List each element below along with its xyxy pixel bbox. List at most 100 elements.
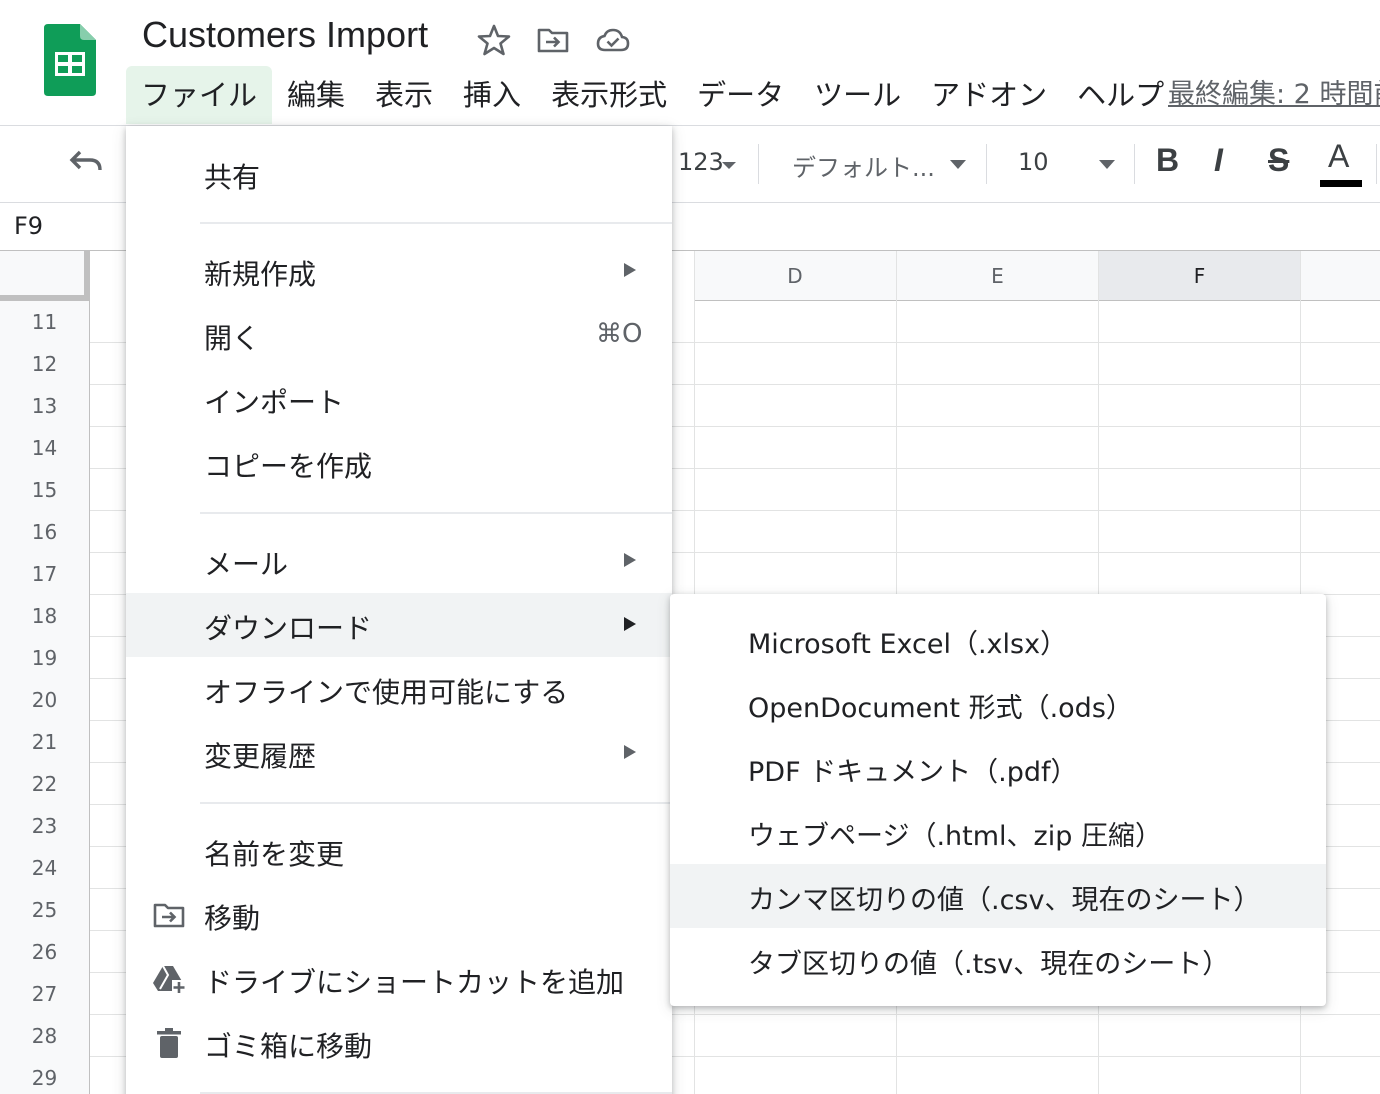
font-size-caret-icon <box>1099 160 1115 169</box>
menu-help[interactable]: ヘルプ <box>1062 66 1179 124</box>
toolbar-separator <box>986 144 987 184</box>
italic-button[interactable]: I <box>1214 142 1223 179</box>
menu-item-email[interactable]: メール <box>126 529 672 593</box>
menu-separator <box>200 222 672 224</box>
row-header[interactable]: 24 <box>0 847 90 889</box>
menu-data[interactable]: データ <box>682 66 799 124</box>
submenu-arrow-icon <box>624 553 636 567</box>
submenu-arrow-icon <box>624 745 636 759</box>
row-header[interactable]: 11 <box>0 301 90 343</box>
menu-item-label: Microsoft Excel（.xlsx） <box>748 629 1068 660</box>
download-submenu: Microsoft Excel（.xlsx） OpenDocument 形式（.… <box>670 594 1326 1006</box>
menu-item-open[interactable]: 開く ⌘O <box>126 303 672 367</box>
number-format-button[interactable]: 123 <box>678 148 724 176</box>
menu-separator <box>200 512 672 514</box>
bold-button[interactable]: B <box>1156 142 1179 179</box>
download-ods[interactable]: OpenDocument 形式（.ods） <box>670 672 1326 736</box>
menu-item-label: ゴミ箱に移動 <box>204 1030 373 1063</box>
menu-addons[interactable]: アドオン <box>916 66 1062 124</box>
move-folder-icon <box>153 903 185 928</box>
strikethrough-button[interactable]: S <box>1268 142 1289 179</box>
menu-tools[interactable]: ツール <box>799 66 916 124</box>
row-header[interactable]: 16 <box>0 511 90 553</box>
menu-item-label: 開く <box>204 322 261 355</box>
menu-item-label: 名前を変更 <box>204 838 345 871</box>
menu-item-import[interactable]: インポート <box>126 367 672 431</box>
menu-item-new[interactable]: 新規作成 <box>126 239 672 303</box>
font-family-select[interactable]: デフォルト... <box>792 148 935 183</box>
download-csv[interactable]: カンマ区切りの値（.csv、現在のシート） <box>670 864 1326 928</box>
row-header[interactable]: 27 <box>0 973 90 1015</box>
menu-item-label: カンマ区切りの値（.csv、現在のシート） <box>748 885 1261 916</box>
menu-item-label: ウェブページ（.html、zip 圧縮） <box>748 821 1162 852</box>
menu-item-label: オフラインで使用可能にする <box>204 676 569 709</box>
select-all-corner[interactable] <box>0 251 90 301</box>
menu-separator <box>200 802 672 804</box>
download-html-zip[interactable]: ウェブページ（.html、zip 圧縮） <box>670 800 1326 864</box>
menu-item-label: OpenDocument 形式（.ods） <box>748 693 1133 724</box>
download-xlsx[interactable]: Microsoft Excel（.xlsx） <box>670 608 1326 672</box>
row-header[interactable]: 13 <box>0 385 90 427</box>
row-header[interactable]: 15 <box>0 469 90 511</box>
menu-format[interactable]: 表示形式 <box>536 66 682 124</box>
row-header[interactable]: 28 <box>0 1015 90 1057</box>
menu-item-offline[interactable]: オフラインで使用可能にする <box>126 657 672 721</box>
row-header[interactable]: 22 <box>0 763 90 805</box>
file-menu-dropdown: 共有 新規作成 開く ⌘O インポート コピーを作成 メール ダウンロード オフ… <box>126 126 672 1094</box>
menu-item-add-shortcut[interactable]: ドライブにショートカットを追加 <box>126 947 672 1011</box>
keyboard-shortcut: ⌘O <box>596 319 643 349</box>
row-header[interactable]: 17 <box>0 553 90 595</box>
row-header[interactable]: 25 <box>0 889 90 931</box>
sheets-logo-icon[interactable] <box>44 24 96 96</box>
menu-item-rename[interactable]: 名前を変更 <box>126 819 672 883</box>
font-family-caret-icon <box>950 160 966 169</box>
menu-item-label: 移動 <box>204 902 261 935</box>
row-header[interactable]: 14 <box>0 427 90 469</box>
row-header[interactable]: 18 <box>0 595 90 637</box>
menu-item-download[interactable]: ダウンロード <box>126 593 672 657</box>
move-folder-icon[interactable] <box>535 22 571 58</box>
column-header-d[interactable]: D <box>694 251 897 301</box>
menu-item-trash[interactable]: ゴミ箱に移動 <box>126 1011 672 1075</box>
font-size-select[interactable]: 10 <box>1018 148 1049 176</box>
menu-file[interactable]: ファイル <box>126 66 273 124</box>
document-title[interactable]: Customers Import <box>142 14 428 56</box>
menu-item-label: メール <box>204 548 289 581</box>
column-header-g[interactable] <box>1301 251 1380 301</box>
download-pdf[interactable]: PDF ドキュメント（.pdf） <box>670 736 1326 800</box>
menu-item-make-copy[interactable]: コピーを作成 <box>126 431 672 495</box>
star-icon[interactable] <box>476 22 512 58</box>
last-edit-link[interactable]: 最終編集: 2 時間前 <box>1168 72 1380 111</box>
column-header-e[interactable]: E <box>897 251 1099 301</box>
undo-icon[interactable] <box>66 146 106 182</box>
cloud-status-icon[interactable] <box>595 22 631 58</box>
menu-item-label: タブ区切りの値（.tsv、現在のシート） <box>748 949 1230 980</box>
menu-item-label: 新規作成 <box>204 258 317 291</box>
row-header[interactable]: 23 <box>0 805 90 847</box>
menu-edit[interactable]: 編集 <box>272 66 360 124</box>
menu-item-move[interactable]: 移動 <box>126 883 672 947</box>
menu-insert[interactable]: 挿入 <box>448 66 536 124</box>
menu-item-share[interactable]: 共有 <box>126 142 672 206</box>
submenu-arrow-icon <box>624 263 636 277</box>
row-header[interactable]: 12 <box>0 343 90 385</box>
row-header[interactable]: 29 <box>0 1057 90 1094</box>
trash-icon <box>157 1028 181 1058</box>
submenu-arrow-icon <box>624 617 636 631</box>
row-header[interactable]: 21 <box>0 721 90 763</box>
menu-item-version-history[interactable]: 変更履歴 <box>126 721 672 785</box>
text-color-button[interactable]: A <box>1328 138 1349 175</box>
menu-item-label: インポート <box>204 386 345 419</box>
download-tsv[interactable]: タブ区切りの値（.tsv、現在のシート） <box>670 928 1326 992</box>
column-header-f[interactable]: F <box>1099 251 1301 301</box>
row-header[interactable]: 19 <box>0 637 90 679</box>
number-format-caret-icon <box>722 162 736 169</box>
name-box[interactable]: F9 <box>14 212 43 240</box>
row-header[interactable]: 20 <box>0 679 90 721</box>
menu-item-label: 共有 <box>204 161 261 194</box>
row-header[interactable]: 26 <box>0 931 90 973</box>
menu-bar: ファイル 編集 表示 挿入 表示形式 データ ツール アドオン ヘルプ <box>126 66 1179 124</box>
toolbar-separator <box>758 144 759 184</box>
menu-view[interactable]: 表示 <box>360 66 448 124</box>
menu-item-label: PDF ドキュメント（.pdf） <box>748 757 1078 788</box>
